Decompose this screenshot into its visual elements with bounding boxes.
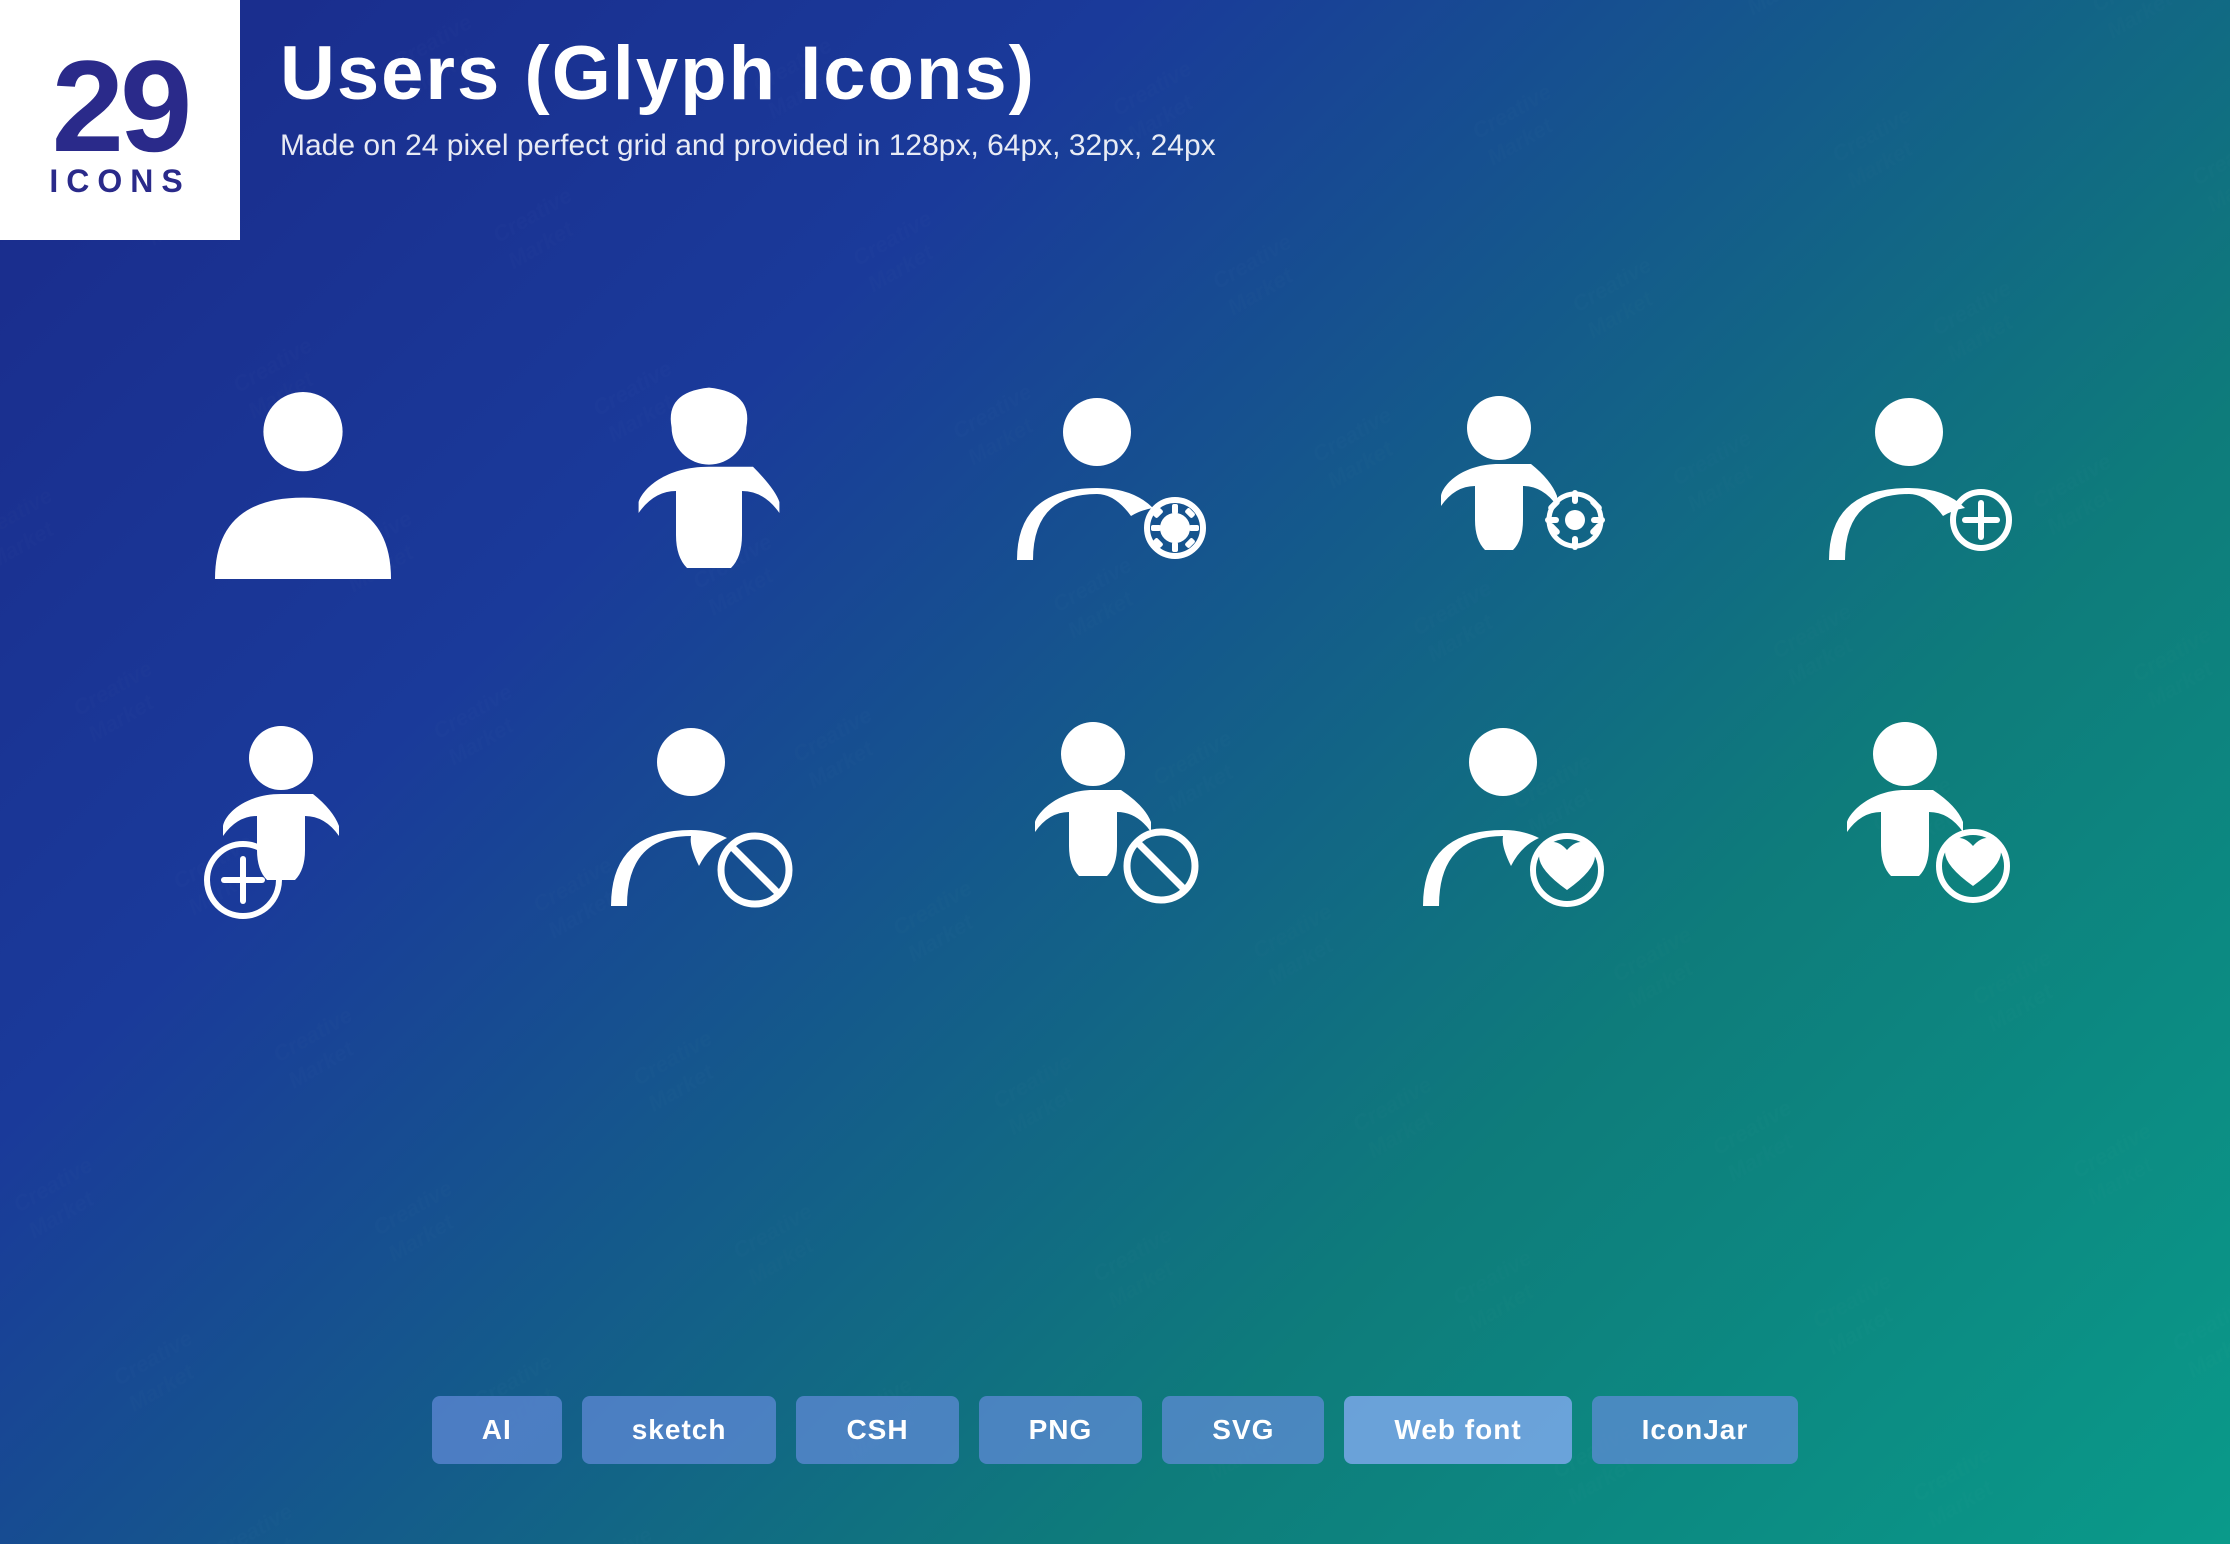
female-user-heart-icon <box>1767 680 2087 960</box>
female-user-icon <box>549 340 869 620</box>
female-user-block-svg <box>1005 710 1225 930</box>
female-user-heart-svg <box>1817 710 2037 930</box>
iconjar-badge[interactable]: IconJar <box>1592 1396 1799 1464</box>
male-user-block-svg <box>599 710 819 930</box>
icon-count-label: ICONS <box>49 163 190 200</box>
male-user-settings-icon <box>955 340 1275 620</box>
svg-badge[interactable]: SVG <box>1162 1396 1324 1464</box>
male-user-settings-svg <box>1005 370 1225 590</box>
png-badge[interactable]: PNG <box>979 1396 1143 1464</box>
male-user-svg <box>193 370 413 590</box>
icon-count-number: 29 <box>52 41 189 171</box>
female-user-block-icon <box>955 680 1275 960</box>
icons-row-1 <box>100 340 2130 620</box>
format-badges-container: AI sketch CSH PNG SVG Web font IconJar <box>0 1396 2230 1464</box>
icon-count-box: 29 ICONS <box>0 0 240 240</box>
male-user-add-icon <box>1767 340 2087 620</box>
male-user-heart-svg <box>1411 710 1631 930</box>
male-user-add-svg <box>1817 370 2037 590</box>
ai-badge[interactable]: AI <box>432 1396 562 1464</box>
male-user-block-icon <box>549 680 869 960</box>
male-user-heart-icon <box>1361 680 1681 960</box>
female-user-settings-svg <box>1411 370 1631 590</box>
female-user-add-svg <box>193 710 413 930</box>
webfont-badge[interactable]: Web font <box>1344 1396 1571 1464</box>
female-user-svg <box>599 370 819 590</box>
female-user-add-icon <box>143 680 463 960</box>
female-user-settings-icon <box>1361 340 1681 620</box>
csh-badge[interactable]: CSH <box>796 1396 958 1464</box>
header-section: Users (Glyph Icons) Made on 24 pixel per… <box>280 30 1216 163</box>
icons-row-2 <box>100 680 2130 960</box>
sketch-badge[interactable]: sketch <box>582 1396 777 1464</box>
male-user-icon <box>143 340 463 620</box>
page-subtitle: Made on 24 pixel perfect grid and provid… <box>280 129 1216 163</box>
page-title: Users (Glyph Icons) <box>280 30 1216 117</box>
icons-grid <box>0 280 2230 960</box>
